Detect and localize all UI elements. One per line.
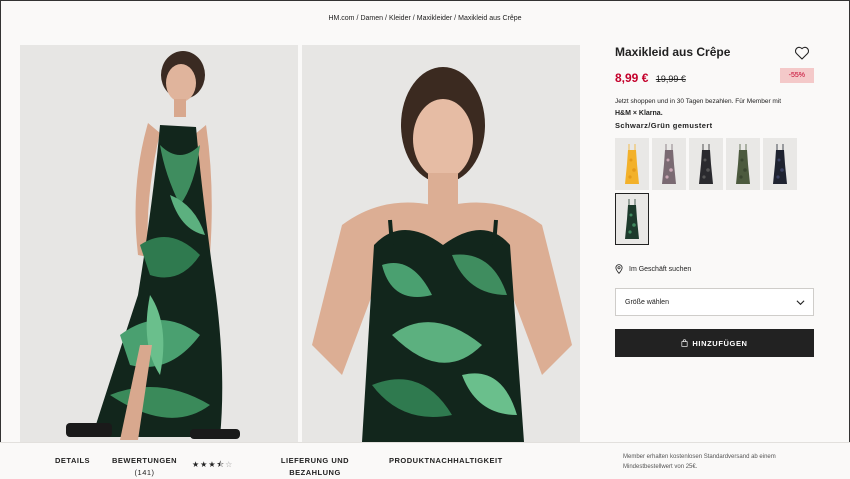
size-select[interactable]: Größe wählen <box>615 288 814 316</box>
breadcrumb-maxikleider[interactable]: Maxikleider <box>417 15 452 22</box>
dress-thumbnail-icon <box>625 144 639 184</box>
product-image-closeup[interactable] <box>302 45 580 442</box>
breadcrumb: HM.com / Damen / Kleider / Maxikleider / Maxikle… <box>0 15 850 22</box>
breadcrumb-separator: / <box>356 15 359 22</box>
store-search-link[interactable]: Im Geschäft suchen <box>615 264 691 274</box>
reviews-count: (141) <box>134 468 155 477</box>
dress-thumbnail-icon <box>625 199 639 239</box>
price-original: 19,99 € <box>655 74 686 84</box>
rating-star: ⯪ <box>216 460 225 469</box>
breadcrumb-separator: / <box>412 15 415 22</box>
color-swatch[interactable] <box>726 138 760 190</box>
discount-badge: -55% <box>779 68 814 83</box>
price-row: 8,99 € 19,99 € -55% <box>615 68 814 85</box>
rating-star: ★ <box>200 460 208 469</box>
add-to-cart-label: HINZUFÜGEN <box>692 338 748 348</box>
klarna-logo: H&M × Klarna. <box>615 110 663 117</box>
add-to-cart-button[interactable]: HINZUFÜGEN <box>615 329 814 357</box>
product-image-full-body[interactable] <box>20 45 298 442</box>
product-title: Maxikleid aus Crêpe <box>615 45 731 59</box>
rating-stars: ★ ★ ★ ⯪ ☆ <box>192 461 232 469</box>
color-swatch[interactable] <box>689 138 723 190</box>
model-illustration <box>20 45 298 442</box>
member-shipping-note: Member erhalten kostenlosen Standardvers… <box>623 454 776 470</box>
breadcrumb-home[interactable]: HM.com <box>328 15 354 22</box>
dress-thumbnail-icon <box>736 144 750 184</box>
breadcrumb-current[interactable]: Maxikleid aus Crêpe <box>458 15 521 22</box>
tab-reviews[interactable]: BEWERTUNGEN (141) <box>112 455 177 479</box>
breadcrumb-separator: / <box>385 15 387 22</box>
location-pin-icon <box>615 264 623 274</box>
dress-thumbnail-icon <box>662 144 676 184</box>
tab-delivery[interactable]: LIEFERUNG UND BEZAHLUNG <box>277 455 353 479</box>
model-closeup-illustration <box>302 45 580 442</box>
breadcrumb-damen[interactable]: Damen <box>360 15 383 22</box>
color-swatch[interactable] <box>652 138 686 190</box>
color-swatch[interactable] <box>763 138 797 190</box>
heart-icon[interactable] <box>794 45 810 61</box>
breadcrumb-separator: / <box>454 15 457 22</box>
tab-sustainability[interactable]: PRODUKTNACHHALTIGKEIT <box>389 455 503 467</box>
rating-star: ☆ <box>225 460 233 469</box>
color-swatches <box>615 138 805 245</box>
shopping-bag-icon <box>681 339 688 347</box>
tab-details[interactable]: DETAILS <box>55 455 90 467</box>
rating-star: ★ <box>192 460 200 469</box>
store-search-label: Im Geschäft suchen <box>629 265 692 273</box>
rating-star: ★ <box>208 460 216 469</box>
dress-thumbnail-icon <box>773 144 787 184</box>
size-select-label: Größe wählen <box>625 298 669 306</box>
tab-reviews-label: BEWERTUNGEN <box>112 456 178 465</box>
color-name: Schwarz/Grün gemustert <box>615 121 713 130</box>
price-current: 8,99 € <box>615 71 649 85</box>
dress-thumbnail-icon <box>699 144 713 184</box>
product-info: Maxikleid aus Crêpe 8,99 € 19,99 € -55% … <box>615 44 814 245</box>
breadcrumb-kleider[interactable]: Kleider <box>389 15 411 22</box>
product-tabs-bar: DETAILS BEWERTUNGEN (141) ★ ★ ★ ⯪ ☆ LIEFERUN… <box>0 442 850 479</box>
color-swatch[interactable] <box>615 138 649 190</box>
color-swatch[interactable] <box>615 193 649 245</box>
klarna-text: Jetzt shoppen und in 30 Tagen bezahlen. … <box>615 98 782 105</box>
chevron-down-icon <box>796 300 805 306</box>
